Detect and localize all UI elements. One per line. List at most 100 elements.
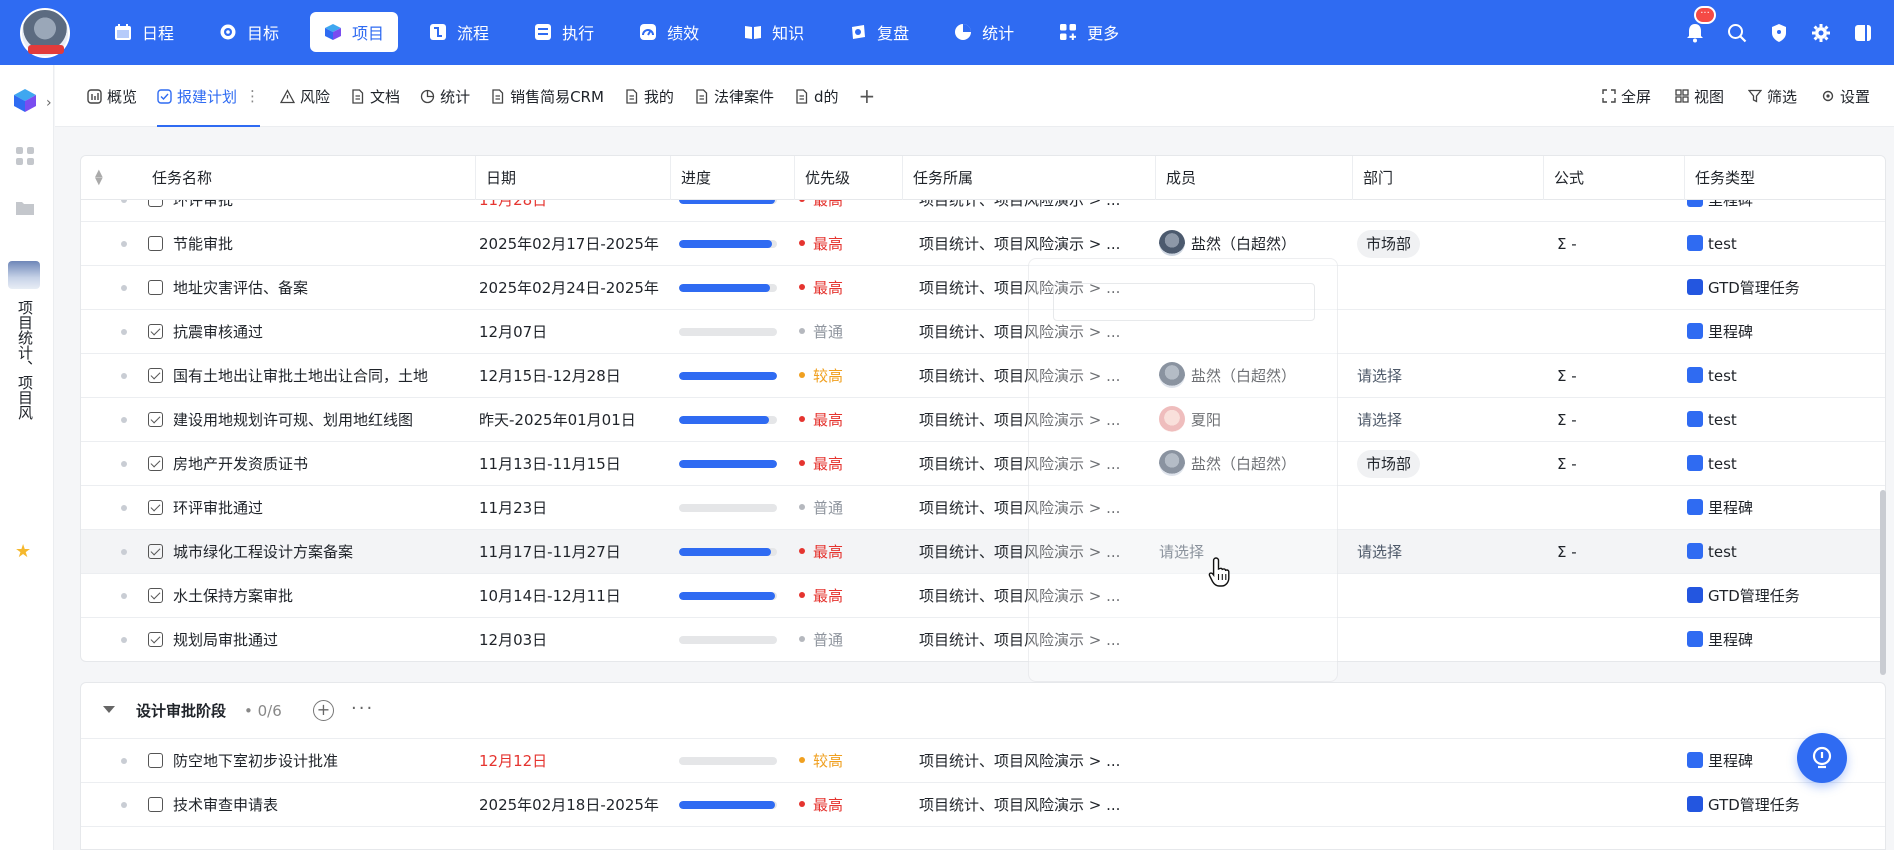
column-header-0[interactable]: 任务名称: [142, 156, 476, 200]
task-date[interactable]: 12月07日: [479, 310, 659, 354]
task-checkbox[interactable]: [148, 280, 163, 295]
column-header-5[interactable]: 成员: [1156, 156, 1353, 200]
shield-icon[interactable]: [1768, 22, 1790, 44]
priority-cell[interactable]: 最高: [799, 530, 899, 574]
task-date[interactable]: 2025年02月18日-2025年: [479, 783, 659, 827]
task-date[interactable]: 12月12日: [479, 739, 659, 783]
task-type-cell[interactable]: GTD管理任务: [1687, 266, 1877, 310]
nav-item-3[interactable]: 流程: [415, 12, 503, 52]
task-checkbox[interactable]: [148, 412, 163, 427]
task-checkbox[interactable]: [148, 588, 163, 603]
dept-cell[interactable]: [1357, 266, 1537, 310]
nav-item-1[interactable]: 目标: [205, 12, 293, 52]
task-name[interactable]: 技术审查申请表: [173, 783, 463, 827]
task-name[interactable]: 环评审批通过: [173, 486, 463, 530]
task-checkbox[interactable]: [148, 324, 163, 339]
task-checkbox[interactable]: [148, 544, 163, 559]
task-type-cell[interactable]: 里程碑: [1687, 739, 1877, 783]
dept-cell[interactable]: 市场部: [1357, 222, 1537, 266]
tab-3[interactable]: 文档: [350, 65, 400, 127]
priority-cell[interactable]: 普通: [799, 310, 899, 354]
nav-item-5[interactable]: 绩效: [625, 12, 713, 52]
folder-icon[interactable]: [14, 197, 36, 219]
table-row[interactable]: 城市绿化工程设计方案备案 11月17日-11月27日 最高 项目统计、项目风险演示 >…: [81, 530, 1885, 574]
add-tab-button[interactable]: +: [858, 84, 875, 108]
tab-5[interactable]: 销售简易CRM: [490, 65, 604, 127]
nav-item-0[interactable]: 日程: [100, 12, 188, 52]
task-type-cell[interactable]: test: [1687, 442, 1877, 486]
app-grid-icon[interactable]: [14, 145, 36, 167]
table-scrollbar[interactable]: [1880, 490, 1886, 675]
priority-cell[interactable]: 最高: [799, 266, 899, 310]
task-checkbox[interactable]: [148, 632, 163, 647]
nav-item-7[interactable]: 复盘: [835, 12, 923, 52]
task-date[interactable]: 11月17日-11月27日: [479, 530, 659, 574]
priority-cell[interactable]: 最高: [799, 783, 899, 827]
project-thumbnail[interactable]: [8, 261, 40, 289]
app-logo-avatar[interactable]: [20, 8, 70, 58]
priority-cell[interactable]: 最高: [799, 442, 899, 486]
task-type-cell[interactable]: 里程碑: [1687, 618, 1877, 661]
view-tool-3[interactable]: 设置: [1821, 86, 1870, 107]
table-row[interactable]: 技术审查申请表 2025年02月18日-2025年 最高 项目统计、项目风险演示 > …: [81, 783, 1885, 827]
task-type-cell[interactable]: test: [1687, 530, 1877, 574]
task-date[interactable]: 2025年02月24日-2025年: [479, 266, 659, 310]
table-row[interactable]: 防空地下室初步设计批准 12月12日 较高 项目统计、项目风险演示 > ... 里程碑: [81, 739, 1885, 783]
nav-item-9[interactable]: 更多: [1045, 12, 1133, 52]
project-cube-icon[interactable]: [12, 87, 38, 113]
column-header-4[interactable]: 任务所属: [903, 156, 1156, 200]
tab-more-button[interactable]: ⋮: [245, 87, 260, 105]
tab-8[interactable]: d的: [794, 65, 838, 127]
dept-cell[interactable]: [1357, 574, 1537, 618]
task-belong[interactable]: 项目统计、项目风险演示 > ...: [919, 783, 1139, 827]
priority-cell[interactable]: 最高: [799, 398, 899, 442]
task-checkbox[interactable]: [148, 368, 163, 383]
task-checkbox[interactable]: [148, 797, 163, 812]
notification-bell-icon[interactable]: ···: [1684, 5, 1716, 44]
dept-cell[interactable]: 请选择: [1357, 530, 1537, 574]
star-icon[interactable]: ★: [15, 541, 31, 562]
task-type-cell[interactable]: GTD管理任务: [1687, 783, 1877, 827]
task-name[interactable]: 节能审批: [173, 222, 463, 266]
column-header-1[interactable]: 日期: [476, 156, 671, 200]
column-header-8[interactable]: 任务类型: [1685, 156, 1885, 200]
task-date[interactable]: 11月23日: [479, 486, 659, 530]
dept-cell[interactable]: 请选择: [1357, 354, 1537, 398]
column-header-3[interactable]: 优先级: [795, 156, 903, 200]
nav-item-8[interactable]: 统计: [940, 12, 1028, 52]
table-row[interactable]: 规划局审批通过 12月03日 普通 项目统计、项目风险演示 > ... 里程碑: [81, 618, 1885, 661]
task-belong[interactable]: 项目统计、项目风险演示 > ...: [919, 739, 1139, 783]
view-tool-1[interactable]: 视图: [1675, 86, 1724, 107]
task-name[interactable]: 城市绿化工程设计方案备案: [173, 530, 463, 574]
table-row[interactable]: 环评审批通过 11月23日 普通 项目统计、项目风险演示 > ... 里程碑: [81, 486, 1885, 530]
tab-4[interactable]: 统计: [420, 65, 470, 127]
priority-cell[interactable]: 较高: [799, 354, 899, 398]
tab-7[interactable]: 法律案件: [694, 65, 774, 127]
task-checkbox[interactable]: [148, 236, 163, 251]
task-checkbox[interactable]: [148, 456, 163, 471]
table-row[interactable]: 地址灾害评估、备案 2025年02月24日-2025年 最高 项目统计、项目风险演示 …: [81, 266, 1885, 310]
dept-cell[interactable]: [1357, 618, 1537, 661]
column-header-7[interactable]: 公式: [1544, 156, 1685, 200]
table-row[interactable]: 水土保持方案审批 10月14日-12月11日 最高 项目统计、项目风险演示 > ...…: [81, 574, 1885, 618]
assistant-fab-button[interactable]: [1797, 733, 1847, 783]
task-date[interactable]: 12月03日: [479, 618, 659, 661]
dept-cell[interactable]: 请选择: [1357, 398, 1537, 442]
task-name[interactable]: 抗震审核通过: [173, 310, 463, 354]
table-row[interactable]: 抗震审核通过 12月07日 普通 项目统计、项目风险演示 > ... 里程碑: [81, 310, 1885, 354]
view-tool-0[interactable]: 全屏: [1602, 86, 1651, 107]
priority-cell[interactable]: 普通: [799, 486, 899, 530]
nav-item-4[interactable]: 执行: [520, 12, 608, 52]
group-more-button[interactable]: ···: [351, 683, 374, 735]
task-type-cell[interactable]: test: [1687, 222, 1877, 266]
sort-toggle-icon[interactable]: ▲ ▼: [95, 169, 107, 187]
nav-item-2[interactable]: 项目: [310, 12, 399, 52]
task-name[interactable]: 规划局审批通过: [173, 618, 463, 661]
tab-1[interactable]: 报建计划 ⋮: [157, 65, 261, 127]
task-name[interactable]: 国有土地出让审批土地出让合同，土地: [173, 354, 463, 398]
priority-cell[interactable]: 普通: [799, 618, 899, 661]
table-row[interactable]: 国有土地出让审批土地出让合同，土地 12月15日-12月28日 较高 项目统计、项目风…: [81, 354, 1885, 398]
search-icon[interactable]: [1726, 22, 1748, 44]
dept-cell[interactable]: [1357, 486, 1537, 530]
task-date[interactable]: 10月14日-12月11日: [479, 574, 659, 618]
